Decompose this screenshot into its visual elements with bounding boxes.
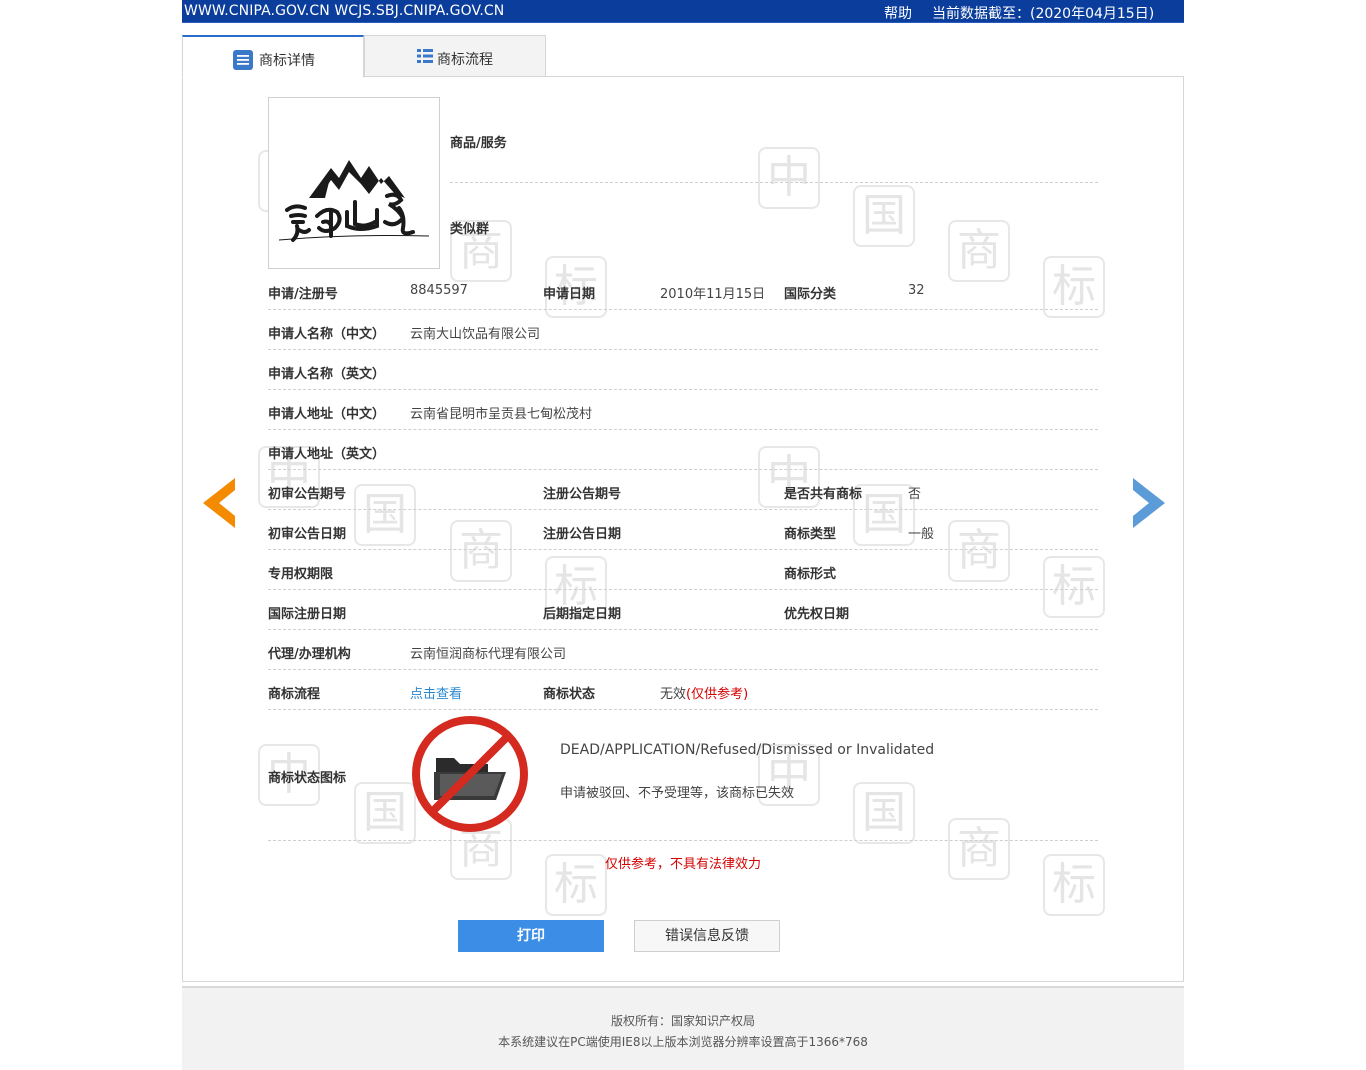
browser-advice-text: 本系统建议在PC端使用IE8以上版本浏览器分辨率设置高于1366*768	[498, 1035, 868, 1049]
reg-pub-date-label: 注册公告日期	[543, 527, 622, 542]
status-icon-label: 商标状态图标	[268, 771, 347, 786]
similar-group-row: 类似群	[450, 182, 1098, 268]
row-status-icon: 商标状态图标 DEAD/APPLICATION/Refused/Dismisse…	[268, 710, 1098, 841]
prelim-pub-no-label: 初审公告期号	[268, 487, 347, 502]
address-en-label: 申请人地址（英文）	[268, 447, 386, 462]
priority-date-label: 优先权日期	[784, 607, 850, 622]
row-applicant-en: 申请人名称（英文）	[268, 350, 1098, 390]
view-flow-link[interactable]: 点击查看	[410, 683, 462, 702]
copyright-text: 版权所有：国家知识产权局	[610, 1014, 755, 1028]
status-detail-cn: 申请被驳回、不予受理等，该商标已失效	[560, 786, 795, 801]
shared-value: 否	[908, 487, 922, 502]
tab-label: 商标详情	[259, 53, 315, 69]
data-date: 当前数据截至：(2020年04月15日)	[932, 6, 1155, 22]
status-note: (仅供参考)	[686, 687, 749, 702]
row-address-cn: 申请人地址（中文） 云南省昆明市呈贡县七甸松茂村	[268, 390, 1098, 430]
shared-label: 是否共有商标	[784, 487, 863, 502]
list-icon	[233, 50, 253, 70]
row-intl-dates: 国际注册日期 后期指定日期 优先权日期	[268, 590, 1098, 630]
tm-form-label: 商标形式	[784, 567, 837, 582]
row-applicant-cn: 申请人名称（中文） 云南大山饮品有限公司	[268, 310, 1098, 350]
site-urls: WWW.CNIPA.GOV.CN WCJS.SBJ.CNIPA.GOV.CN	[184, 3, 505, 19]
intl-class-value: 32	[908, 283, 925, 298]
tm-type-label: 商标类型	[784, 527, 837, 542]
reg-pub-no-label: 注册公告期号	[543, 487, 622, 502]
applicant-cn-label: 申请人名称（中文）	[268, 327, 386, 342]
disclaimer: 仅供参考，不具有法律效力	[604, 857, 761, 872]
tab-trademark-detail[interactable]: 商标详情	[182, 35, 364, 78]
trademark-logo	[278, 160, 430, 242]
app-date-value: 2010年11月15日	[660, 287, 766, 302]
address-cn-label: 申请人地址（中文）	[268, 407, 386, 422]
arrow-right-icon[interactable]	[1131, 478, 1165, 528]
status-detail-en: DEAD/APPLICATION/Refused/Dismissed or In…	[560, 742, 935, 758]
flow-label: 商标流程	[268, 687, 321, 702]
address-cn-value: 云南省昆明市呈贡县七甸松茂村	[410, 407, 593, 422]
app-date-label: 申请日期	[543, 287, 596, 302]
status-label: 商标状态	[543, 687, 596, 702]
row-pub-dates: 初审公告日期 注册公告日期 商标类型 一般	[268, 510, 1098, 550]
status-value: 无效(仅供参考)	[660, 683, 748, 702]
goods-services-label: 商品/服务	[450, 136, 507, 151]
arrow-left-icon[interactable]	[203, 478, 237, 528]
tab-trademark-flow[interactable]: 商标流程	[364, 35, 546, 77]
applicant-cn-value: 云南大山饮品有限公司	[410, 327, 541, 342]
row-exclusive: 专用权期限 商标形式	[268, 550, 1098, 590]
goods-services-row: 商品/服务	[450, 97, 1098, 183]
help-link[interactable]: 帮助	[884, 3, 912, 23]
row-address-en: 申请人地址（英文）	[268, 430, 1098, 470]
footer: 版权所有：国家知识产权局 本系统建议在PC端使用IE8以上版本浏览器分辨率设置高…	[182, 986, 1184, 1070]
status-text: 无效	[660, 687, 687, 702]
reg-no-value: 8845597	[410, 283, 468, 298]
similar-group-label: 类似群	[450, 222, 490, 237]
agent-value: 云南恒润商标代理有限公司	[410, 647, 567, 662]
row-flow-status: 商标流程 点击查看 商标状态 无效(仅供参考)	[268, 670, 1098, 710]
row-pub-numbers: 初审公告期号 注册公告期号 是否共有商标 否	[268, 470, 1098, 510]
prelim-pub-date-label: 初审公告日期	[268, 527, 347, 542]
print-button[interactable]: 打印	[458, 920, 604, 952]
intl-reg-date-label: 国际注册日期	[268, 607, 347, 622]
exclusive-period-label: 专用权期限	[268, 567, 334, 582]
error-feedback-button[interactable]: 错误信息反馈	[634, 920, 780, 952]
grid-list-icon	[417, 49, 433, 63]
row-registration: 申请/注册号 8845597 申请日期 2010年11月15日 国际分类 32	[268, 270, 1098, 310]
trademark-image	[268, 97, 440, 269]
prohibited-folder-icon	[412, 716, 528, 832]
tab-label: 商标流程	[437, 52, 493, 68]
later-designation-label: 后期指定日期	[543, 607, 622, 622]
applicant-en-label: 申请人名称（英文）	[268, 367, 386, 382]
intl-class-label: 国际分类	[784, 287, 837, 302]
top-bar: WWW.CNIPA.GOV.CN WCJS.SBJ.CNIPA.GOV.CN 帮…	[182, 0, 1184, 23]
tm-type-value: 一般	[908, 527, 935, 542]
row-agent: 代理/办理机构 云南恒润商标代理有限公司	[268, 630, 1098, 670]
agent-label: 代理/办理机构	[268, 647, 351, 662]
reg-no-label: 申请/注册号	[268, 287, 338, 302]
